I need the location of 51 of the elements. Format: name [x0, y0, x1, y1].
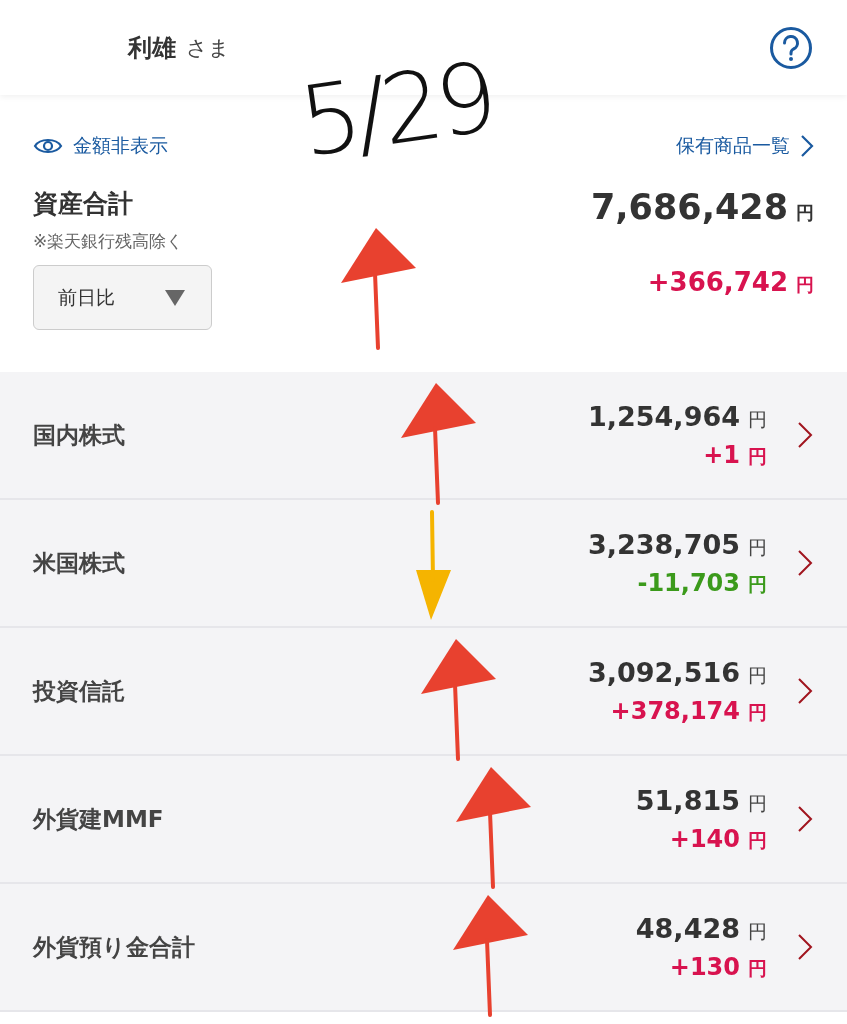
- chevron-right-icon: [797, 549, 813, 577]
- amount: 48,428: [635, 912, 740, 944]
- eye-icon: [33, 136, 63, 156]
- category-label: 国内株式: [33, 420, 126, 450]
- chevron-right-icon: [797, 421, 813, 449]
- chevron-right-icon: [800, 134, 814, 158]
- daily-change: +130: [669, 952, 740, 981]
- chevron-right-icon: [797, 805, 813, 833]
- amount: 3,238,705: [587, 528, 740, 560]
- yen-unit: 円: [748, 444, 767, 467]
- chevron-right-icon: [797, 677, 813, 705]
- asset-row[interactable]: 外貨預り金合計 48,428 円 +130 円: [0, 884, 847, 1012]
- amount: 51,815: [635, 784, 740, 816]
- category-label: 外貨建MMF: [33, 804, 165, 834]
- hide-amounts-link[interactable]: 金額非表示: [33, 133, 168, 159]
- help-icon[interactable]: [769, 25, 813, 70]
- caret-icon: [165, 289, 185, 306]
- yen-unit: 円: [748, 663, 767, 686]
- daily-change: +378,174: [610, 696, 740, 725]
- category-label: 米国株式: [33, 548, 126, 578]
- yen-unit: 円: [796, 202, 814, 223]
- daily-change: +1: [703, 440, 740, 469]
- asset-row[interactable]: 投資信託 3,092,516 円 +378,174 円: [0, 628, 847, 756]
- daily-change: -11,703: [637, 568, 740, 597]
- amount: 3,092,516: [587, 656, 740, 688]
- holdings-list-link[interactable]: 保有商品一覧: [676, 133, 814, 159]
- handwritten-date: 5/29: [294, 49, 498, 171]
- category-label: 外貨預り金合計: [33, 932, 196, 962]
- category-label: 投資信託: [33, 676, 126, 706]
- period-dropdown[interactable]: 前日比: [33, 265, 212, 330]
- daily-change: +140: [669, 824, 740, 853]
- amount: 1,254,964: [587, 400, 740, 432]
- yen-unit: 円: [748, 572, 767, 595]
- yen-unit: 円: [748, 956, 767, 979]
- yen-unit: 円: [748, 407, 767, 430]
- daily-change: +366,742: [647, 267, 788, 297]
- asset-row[interactable]: 外貨建MMF 51,815 円 +140 円: [0, 756, 847, 884]
- yen-unit: 円: [796, 274, 814, 295]
- yen-unit: 円: [748, 700, 767, 723]
- chevron-right-icon: [797, 933, 813, 961]
- yen-unit: 円: [748, 791, 767, 814]
- asset-row[interactable]: 米国株式 3,238,705 円 -11,703 円: [0, 500, 847, 628]
- yen-unit: 円: [748, 919, 767, 942]
- total-assets-title: 資産合計: [33, 188, 134, 220]
- total-amount: 7,686,428: [590, 187, 788, 227]
- honorific: さま: [186, 34, 230, 62]
- yen-unit: 円: [748, 535, 767, 558]
- yen-unit: 円: [748, 828, 767, 851]
- note-text: ※楽天銀行残高除く: [33, 230, 185, 253]
- asset-row[interactable]: 国内株式 1,254,964 円 +1 円: [0, 372, 847, 500]
- user-name: 利雄: [128, 32, 176, 64]
